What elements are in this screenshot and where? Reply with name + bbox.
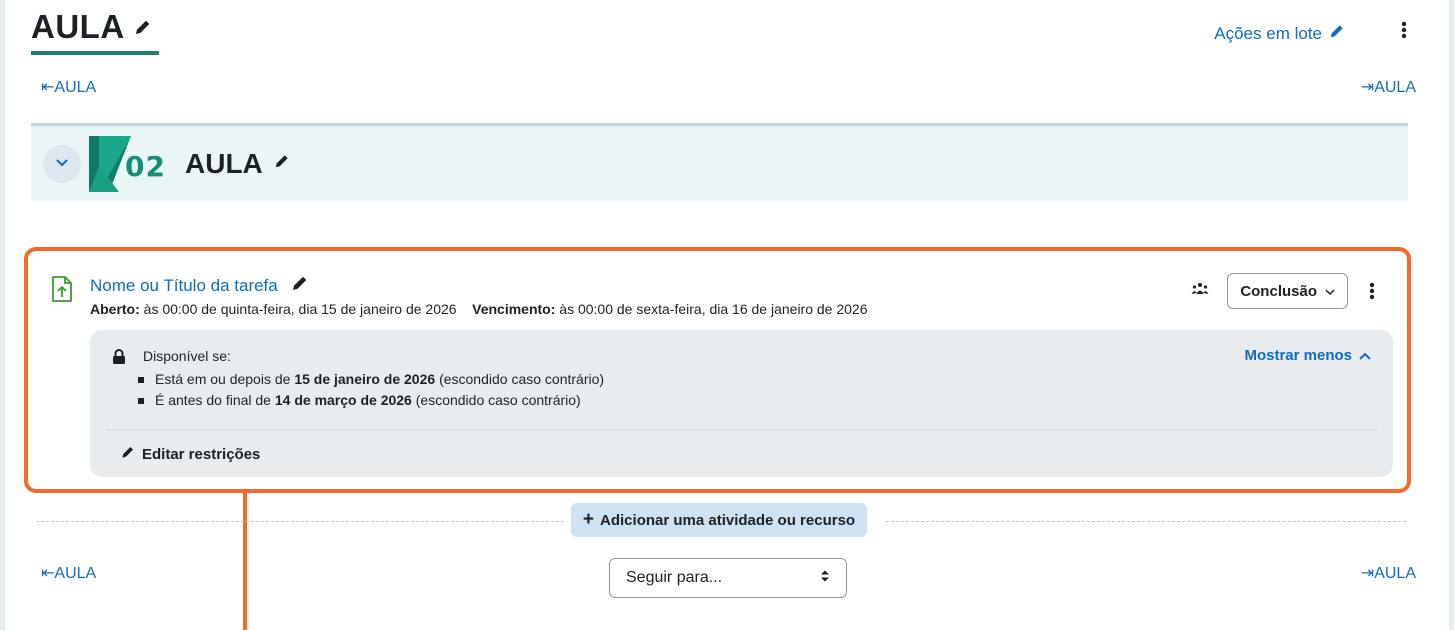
condition-date: 14 de março de 2026 (274, 392, 412, 408)
section-header: 02 AULA (31, 123, 1408, 201)
completion-label: Conclusão (1240, 282, 1317, 300)
collapse-section-button[interactable] (43, 144, 81, 183)
chevron-down-icon (55, 155, 69, 173)
activity-title-link[interactable]: Nome ou Título da tarefa (90, 276, 278, 296)
open-value: às 00:00 de quinta-feira, dia 15 de jane… (143, 301, 457, 317)
list-item: É antes do final de 14 de março de 2026 … (138, 390, 604, 411)
group-mode-icon[interactable] (1191, 282, 1209, 301)
section-title: AULA (185, 147, 263, 179)
section-logo: 02 (89, 135, 177, 192)
open-label: Aberto: (90, 301, 140, 317)
next-section-link-bottom[interactable]: ⇥AULA (1361, 563, 1416, 583)
edit-restrictions-label: Editar restrições (142, 445, 261, 463)
title-underline (31, 51, 159, 55)
next-section-link[interactable]: ⇥AULA (1361, 77, 1416, 97)
chevron-down-icon (1325, 283, 1335, 300)
prev-section-link-bottom[interactable]: ⇤AULA (41, 563, 96, 583)
edit-section-pencil-icon[interactable] (273, 152, 291, 175)
left-edge (0, 0, 5, 630)
condition-suffix: (escondido caso contrário) (415, 392, 581, 408)
condition-suffix: (escondido caso contrário) (439, 371, 605, 387)
select-arrows-icon (820, 569, 830, 588)
assignment-upload-icon (50, 275, 74, 308)
highlight-connector (243, 491, 247, 630)
prev-section-link[interactable]: ⇤AULA (41, 77, 96, 97)
bulk-actions-link[interactable]: Ações em lote (1214, 22, 1346, 45)
pencil-icon (1328, 22, 1346, 45)
jump-to-value: Seguir para... (626, 569, 723, 586)
bulk-actions-label: Ações em lote (1214, 23, 1322, 43)
list-item: Está em ou depois de 15 de janeiro de 20… (138, 369, 604, 390)
page-title: AULA (31, 8, 159, 55)
restrictions-panel: Disponível se: Está em ou depois de 15 d… (90, 330, 1393, 477)
dashed-divider-right (886, 521, 1406, 522)
show-less-link[interactable]: Mostrar menos (1244, 347, 1371, 364)
activity-menu-kebab-icon[interactable] (1368, 281, 1376, 301)
available-if-label: Disponível se: (143, 348, 231, 364)
condition-prefix: É antes do final de (155, 392, 271, 408)
activity-dates: Aberto: às 00:00 de quinta-feira, dia 15… (90, 301, 868, 317)
jump-to-select[interactable]: Seguir para... (609, 558, 847, 598)
right-edge (1449, 0, 1454, 630)
pencil-icon (120, 444, 136, 464)
logo-number: 02 (125, 149, 166, 183)
condition-prefix: Está em ou depois de (155, 371, 291, 387)
page-menu-kebab-icon[interactable] (1400, 20, 1408, 40)
restriction-conditions: Está em ou depois de 15 de janeiro de 20… (138, 369, 604, 411)
completion-dropdown[interactable]: Conclusão (1227, 273, 1348, 309)
due-value: às 00:00 de sexta-feira, dia 16 de janei… (559, 301, 868, 317)
edit-activity-pencil-icon[interactable] (290, 273, 310, 298)
page-title-text: AULA (31, 8, 125, 45)
plus-icon: + (582, 509, 595, 530)
condition-date: 15 de janeiro de 2026 (294, 371, 436, 387)
add-activity-label: Adicionar uma atividade ou recurso (600, 511, 856, 529)
divider (106, 429, 1377, 430)
dashed-divider-left (36, 521, 564, 522)
edit-title-pencil-icon[interactable] (133, 17, 153, 37)
add-activity-button[interactable]: + Adicionar uma atividade ou recurso (571, 503, 867, 537)
show-less-label: Mostrar menos (1244, 347, 1352, 364)
lock-icon (112, 349, 126, 370)
due-label: Vencimento: (472, 301, 556, 317)
chevron-up-icon (1359, 347, 1371, 364)
edit-restrictions-button[interactable]: Editar restrições (120, 444, 260, 464)
